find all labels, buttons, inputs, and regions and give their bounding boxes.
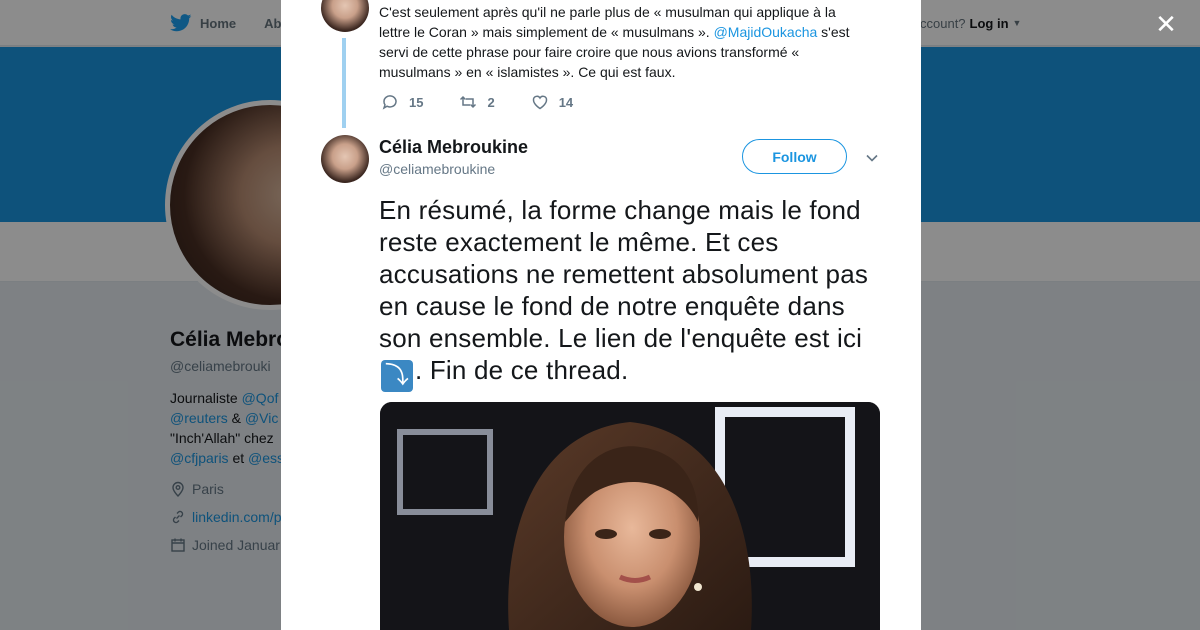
like-button[interactable]: 14 (531, 93, 573, 111)
author-name[interactable]: Célia Mebroukine (379, 137, 528, 158)
reply-count: 15 (409, 94, 424, 110)
tweet-modal: C'est seulement après qu'il ne parle plu… (281, 0, 921, 630)
tweet-actions: 15 2 14 (381, 93, 609, 111)
heart-icon (532, 95, 547, 110)
mention-link[interactable]: @MajidOukacha (714, 24, 818, 40)
arrow-down-emoji-icon: ⤵ (381, 360, 413, 392)
tweet-text-part: En résumé, la forme change mais le fond … (379, 195, 869, 353)
retweet-icon (460, 95, 477, 109)
close-icon[interactable]: ✕ (1154, 11, 1178, 37)
thread-connector-line (342, 38, 346, 128)
reply-button[interactable]: 15 (381, 93, 423, 111)
tweet-text: En résumé, la forme change mais le fond … (379, 194, 889, 392)
reply-icon (382, 95, 397, 110)
previous-tweet-text: C'est seulement après qu'il ne parle plu… (379, 2, 869, 82)
tweet-text-part: . Fin de ce thread. (415, 355, 629, 385)
chevron-down-icon[interactable] (865, 151, 879, 165)
retweet-button[interactable]: 2 (459, 93, 495, 111)
main-tweet: Célia Mebroukine @celiamebroukine Follow… (281, 130, 921, 630)
author-handle[interactable]: @celiamebroukine (379, 161, 495, 177)
like-count: 14 (558, 94, 574, 110)
avatar[interactable] (321, 135, 369, 183)
previous-tweet: C'est seulement après qu'il ne parle plu… (281, 0, 921, 130)
avatar[interactable] (321, 0, 369, 32)
follow-button[interactable]: Follow (742, 139, 847, 174)
portrait-image (380, 402, 880, 630)
retweet-count: 2 (487, 94, 495, 110)
tweet-photo[interactable] (380, 402, 880, 630)
